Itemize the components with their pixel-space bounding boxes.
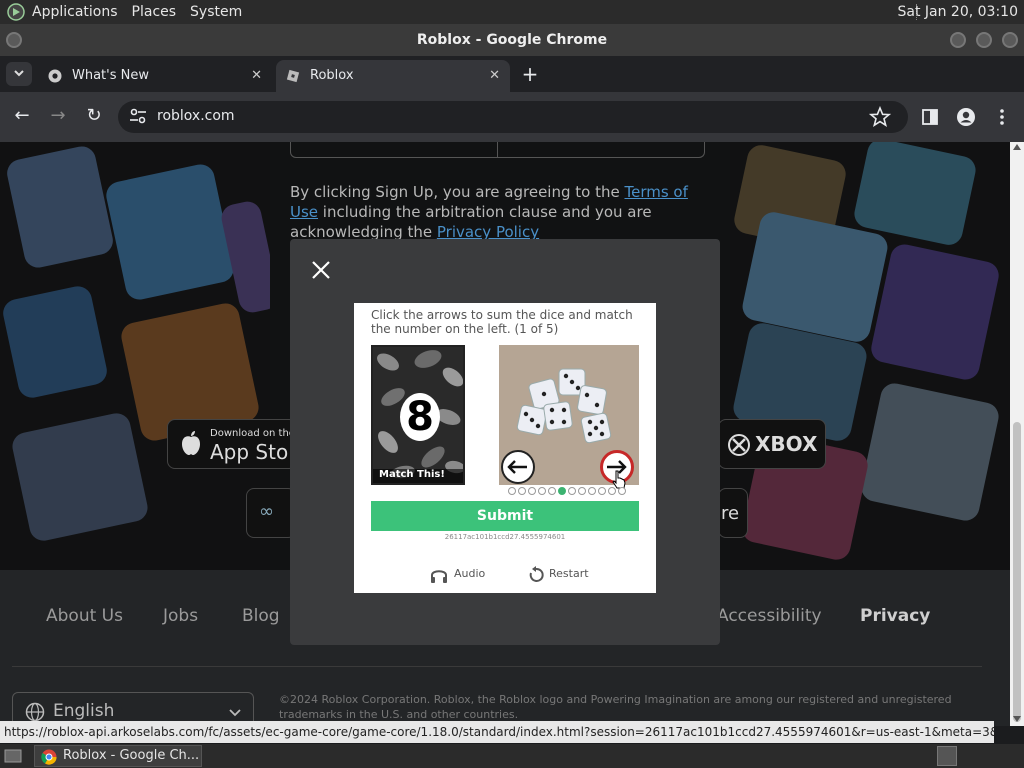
close-icon[interactable] (310, 259, 332, 281)
scrollbar-thumb[interactable] (1013, 422, 1021, 722)
bookmark-star-icon[interactable] (869, 106, 891, 128)
clock[interactable]: Sat Jan 20, 03:10 (898, 4, 1019, 20)
url-text[interactable]: roblox.com (157, 108, 235, 124)
globe-icon (25, 702, 45, 722)
footer-blog[interactable]: Blog (242, 606, 280, 626)
meta-icon: ∞ (259, 501, 274, 522)
menu-system[interactable]: System (190, 4, 242, 20)
status-bubble-url: https://roblox-api.arkoselabs.com/fc/ass… (0, 721, 994, 743)
language-value: English (53, 701, 115, 721)
maximize-button[interactable] (976, 32, 992, 48)
match-this-label: Match This! (373, 469, 463, 483)
tab-strip: What's New ✕ Roblox ✕ (0, 56, 1024, 92)
progress-dot (548, 487, 556, 495)
tab-label: What's New (72, 68, 149, 83)
reload-button[interactable]: ↻ (82, 105, 106, 126)
progress-dot (578, 487, 586, 495)
page-scrollbar[interactable] (1010, 142, 1024, 726)
show-desktop-icon[interactable] (4, 748, 22, 764)
submit-button[interactable]: Submit (371, 501, 639, 531)
progress-dot (598, 487, 606, 495)
close-icon[interactable]: ✕ (251, 60, 262, 92)
progress-dot (538, 487, 546, 495)
window-titlebar[interactable]: Roblox - Google Chrome (0, 24, 1024, 56)
footer-accessibility[interactable]: Accessibility (717, 606, 822, 626)
tab-label: Roblox (310, 68, 354, 83)
copyright-text: ©2024 Roblox Corporation. Roblox, the Ro… (279, 693, 952, 721)
roblox-icon (286, 69, 300, 83)
previous-arrow-button[interactable] (501, 450, 535, 484)
tab-search-button[interactable] (6, 62, 32, 86)
captcha-frame: Click the arrows to sum the dice and mat… (354, 303, 656, 593)
footer-privacy[interactable]: Privacy (860, 606, 930, 626)
store-button-left[interactable]: ∞ (246, 488, 296, 538)
chrome-icon (48, 69, 62, 83)
gnome-foot-icon[interactable] (6, 3, 26, 21)
progress-dot (608, 487, 616, 495)
audio-button[interactable]: Audio (454, 567, 485, 580)
window-title: Roblox - Google Chrome (416, 32, 608, 48)
progress-dot (528, 487, 536, 495)
menu-kebab-icon[interactable] (991, 106, 1013, 128)
terms-prefix: By clicking Sign Up, you are agreeing to… (290, 183, 625, 201)
close-window-button[interactable] (1002, 32, 1018, 48)
progress-dot (508, 487, 516, 495)
progress-dot (558, 487, 566, 495)
app-store-button[interactable]: Download on the App Store (167, 419, 308, 469)
taskbar-chrome-window[interactable]: Roblox - Google Ch... (34, 745, 202, 767)
chevron-down-icon (14, 70, 24, 77)
xbox-label: XBOX (755, 432, 818, 456)
side-panel-icon[interactable] (919, 106, 941, 128)
terms-text: By clicking Sign Up, you are agreeing to… (290, 182, 700, 242)
arrow-left-icon (507, 460, 527, 474)
xbox-button[interactable]: XBOX (718, 419, 826, 469)
target-number: 8 (400, 393, 440, 441)
restart-button[interactable]: Restart (549, 567, 589, 580)
minimize-button[interactable] (950, 32, 966, 48)
progress-dot (568, 487, 576, 495)
back-button[interactable]: ← (10, 105, 34, 126)
taskbar: Roblox - Google Ch... (0, 744, 1024, 768)
session-id: 26117ac101b1ccd27.4555974601 (444, 533, 566, 541)
footer-jobs[interactable]: Jobs (163, 606, 198, 626)
tab-whats-new[interactable]: What's New ✕ (38, 60, 272, 92)
task-label: Roblox - Google Ch... (63, 748, 200, 763)
scroll-up-icon[interactable] (1013, 144, 1021, 150)
menu-places[interactable]: Places (132, 4, 177, 20)
footer-divider (12, 666, 982, 667)
scroll-down-icon[interactable] (1013, 716, 1021, 722)
tray-chrome-icon[interactable] (937, 746, 957, 766)
footer-about-us[interactable]: About Us (46, 606, 123, 626)
restart-icon[interactable] (526, 565, 546, 585)
store-button-right[interactable]: re (718, 488, 748, 538)
close-icon[interactable]: ✕ (489, 60, 500, 92)
target-number-card: 8 Match This! (371, 345, 465, 485)
social-signup-buttons[interactable] (290, 142, 705, 158)
new-tab-button[interactable]: + (520, 60, 540, 88)
captcha-modal: Click the arrows to sum the dice and mat… (290, 239, 720, 645)
browser-toolbar: ← → ↻ roblox.com (0, 92, 1024, 142)
profile-icon[interactable] (955, 106, 977, 128)
apple-icon (182, 431, 200, 455)
menu-applications[interactable]: Applications (32, 4, 118, 20)
top-panel: Applications Places System Sat Jan 20, 0… (0, 0, 1024, 24)
site-info-icon[interactable] (128, 106, 148, 126)
window-menu-button[interactable] (6, 32, 22, 48)
headphones-icon[interactable] (429, 565, 449, 585)
tab-roblox[interactable]: Roblox ✕ (276, 60, 510, 92)
progress-dot (588, 487, 596, 495)
progress-dot (618, 487, 626, 495)
address-bar[interactable] (118, 101, 908, 133)
store-right-label: re (721, 503, 740, 524)
forward-button[interactable]: → (46, 105, 70, 126)
app-store-small: Download on the (210, 428, 295, 439)
xbox-icon (728, 434, 750, 456)
progress-dots (508, 487, 626, 497)
chrome-icon (41, 749, 57, 765)
chevron-down-icon (229, 709, 241, 717)
captcha-prompt: Click the arrows to sum the dice and mat… (371, 308, 633, 336)
progress-dot (518, 487, 526, 495)
